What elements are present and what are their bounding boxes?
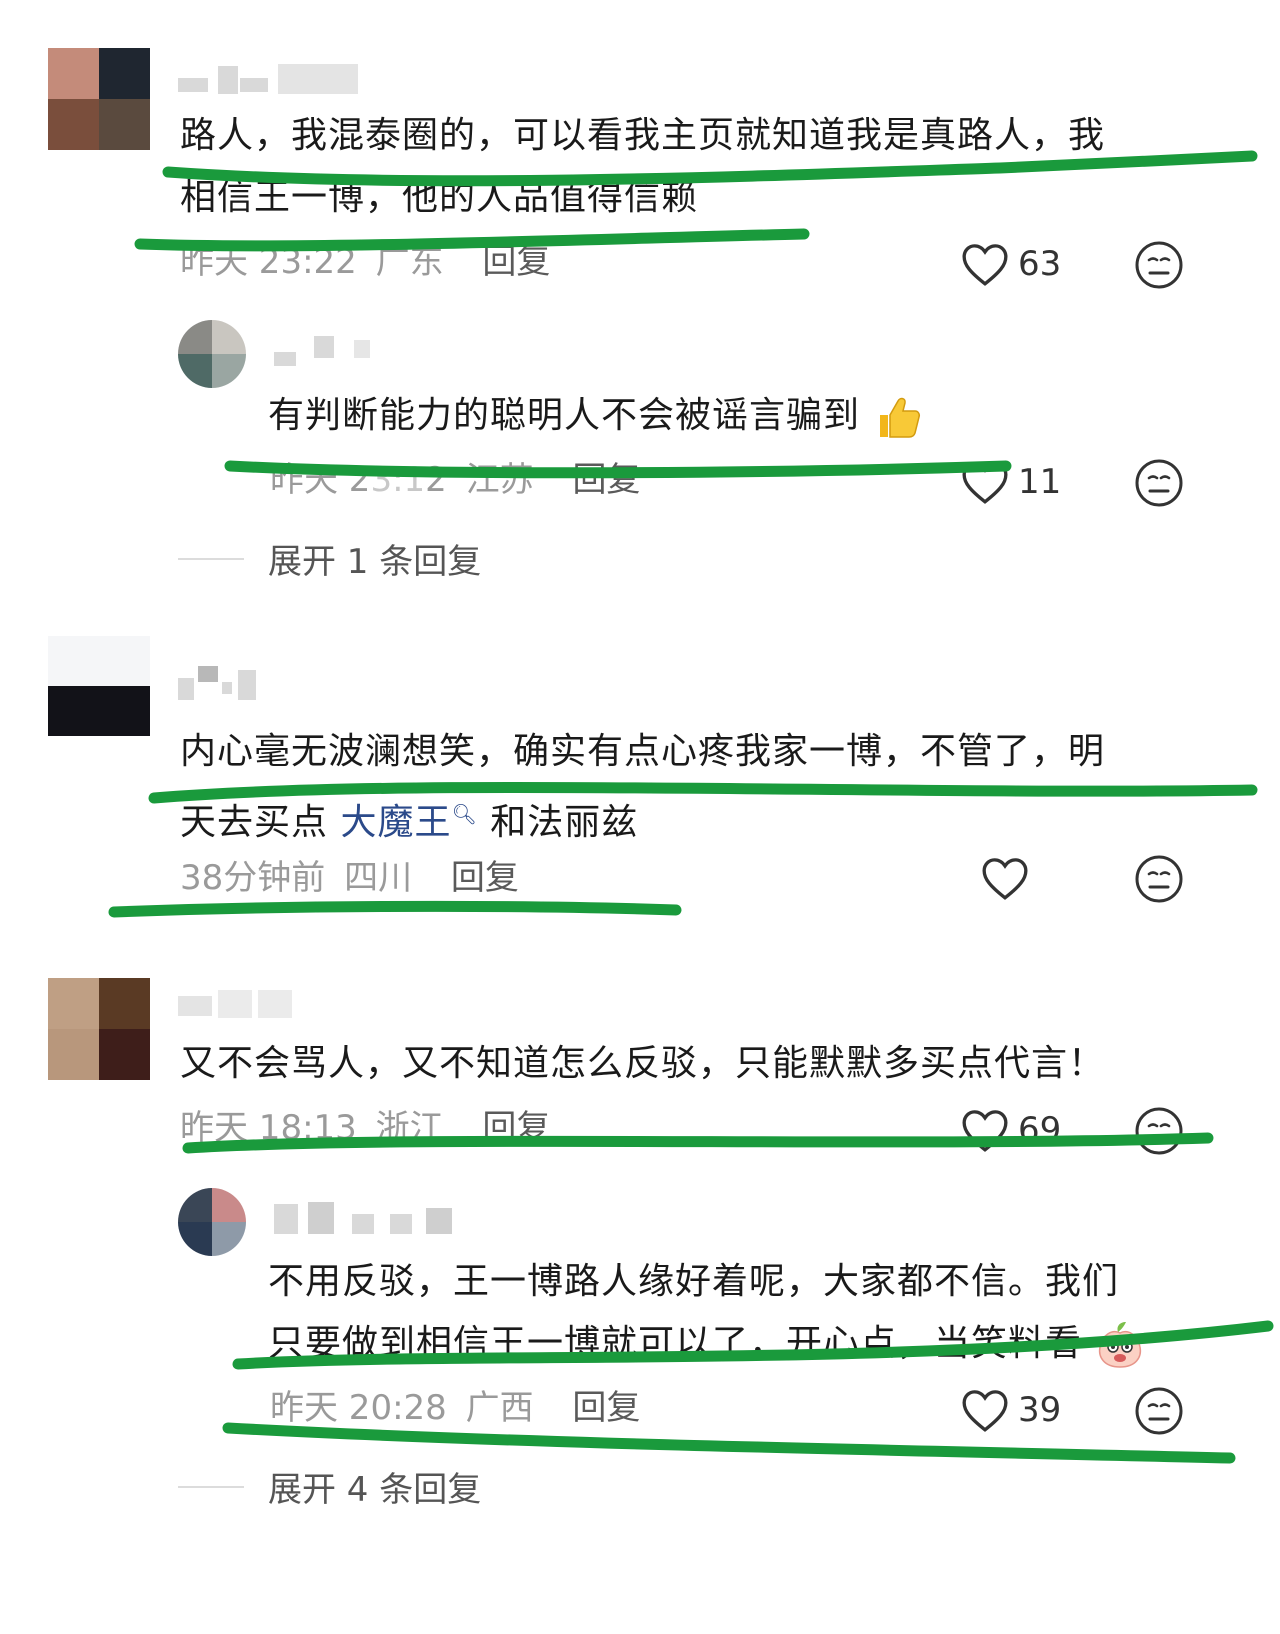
- reply-button[interactable]: 回复: [482, 242, 550, 282]
- reply-button[interactable]: 回复: [451, 858, 519, 898]
- comment-text: 内心毫无波澜想笑，确实有点心疼我家一博，不管了，明: [180, 731, 1106, 772]
- like-count: 11: [1018, 462, 1062, 502]
- heart-outline-icon: [962, 244, 1008, 286]
- heart-outline-icon: [962, 462, 1008, 504]
- reply-button[interactable]: 回复: [482, 1108, 550, 1148]
- search-link[interactable]: 大魔王: [340, 802, 451, 843]
- comment-text: 相信王一博，他的人品值得信赖: [180, 177, 699, 218]
- like-count: 39: [1018, 1390, 1062, 1430]
- comment-meta: 38分钟前 四川 回复: [180, 856, 519, 900]
- like-button[interactable]: 39: [960, 1384, 1061, 1436]
- comment-meta: 昨天 18:13 浙江 回复: [180, 1106, 550, 1150]
- expand-replies-button[interactable]: 展开 1 条回复: [178, 534, 481, 583]
- thumbs-up-icon: [880, 397, 921, 438]
- comment-time: 昨天 18:13: [180, 1108, 357, 1148]
- avatar[interactable]: [48, 978, 150, 1080]
- username-blurred[interactable]: [270, 1198, 460, 1234]
- divider: [178, 1485, 244, 1488]
- reply-button[interactable]: 回复: [572, 460, 640, 500]
- avatar[interactable]: [48, 636, 150, 738]
- comment-time: 38分钟前: [180, 858, 326, 898]
- reply-time: 昨天 20:28: [270, 1388, 447, 1428]
- reply-meta: 昨天 20:28 广西 回复: [270, 1386, 640, 1430]
- neutral-face-icon[interactable]: [1134, 854, 1184, 904]
- avatar[interactable]: [178, 320, 246, 388]
- username-blurred[interactable]: [270, 332, 390, 368]
- expand-replies-button[interactable]: 展开 4 条回复: [178, 1462, 481, 1511]
- comment-text: 天去买点 大魔王🔍︎ 和法丽兹: [180, 802, 639, 843]
- reply-location: 江苏: [465, 460, 534, 500]
- like-button[interactable]: 11: [960, 456, 1061, 508]
- reply-text: 只要做到相信王一博就可以了，开心点，当笑料看: [268, 1312, 1146, 1376]
- reply-location: 广西: [465, 1388, 534, 1428]
- username-blurred[interactable]: [178, 60, 378, 96]
- comment-text: 路人，我混泰圈的，可以看我主页就知道我是真路人，我: [180, 115, 1106, 156]
- underline-stroke: [108, 900, 682, 918]
- reply-time: 昨天 2: [270, 460, 371, 500]
- neutral-face-icon[interactable]: [1134, 1106, 1184, 1156]
- heart-outline-icon: [962, 1110, 1008, 1152]
- like-button[interactable]: [980, 852, 1038, 904]
- like-button[interactable]: 69: [960, 1104, 1061, 1156]
- reply-meta: 昨天 23:12 江苏 回复: [270, 460, 641, 500]
- reply-button[interactable]: 回复: [572, 1388, 640, 1428]
- neutral-face-icon[interactable]: [1134, 1386, 1184, 1436]
- neutral-face-icon[interactable]: [1134, 458, 1184, 508]
- like-count: 69: [1018, 1110, 1062, 1150]
- neutral-face-icon[interactable]: [1134, 240, 1184, 290]
- avatar[interactable]: [178, 1188, 246, 1256]
- comment-meta: 昨天 23:22 广东 回复: [180, 240, 550, 284]
- comment-time: 昨天 23:22: [180, 242, 357, 282]
- reply-text: 有判断能力的聪明人不会被谣言骗到: [268, 384, 924, 448]
- username-blurred[interactable]: [178, 664, 268, 700]
- comment-location: 四川: [344, 858, 413, 898]
- avatar[interactable]: [48, 48, 150, 150]
- heart-outline-icon: [982, 858, 1028, 900]
- like-button[interactable]: 63: [960, 238, 1061, 290]
- heart-outline-icon: [962, 1390, 1008, 1432]
- peach-laugh-icon: [1099, 1322, 1142, 1368]
- divider: [178, 557, 244, 560]
- username-blurred[interactable]: [178, 984, 298, 1020]
- comment-location: 浙江: [375, 1108, 444, 1148]
- underline-stroke: [222, 1422, 1236, 1464]
- comment-text: 又不会骂人，又不知道怎么反驳，只能默默多买点代言！: [180, 1043, 1106, 1084]
- comment-location: 广东: [375, 242, 444, 282]
- search-icon[interactable]: 🔍︎: [451, 802, 477, 826]
- reply-text: 不用反驳，王一博路人缘好着呢，大家都不信。我们: [268, 1261, 1120, 1302]
- like-count: 63: [1018, 244, 1062, 284]
